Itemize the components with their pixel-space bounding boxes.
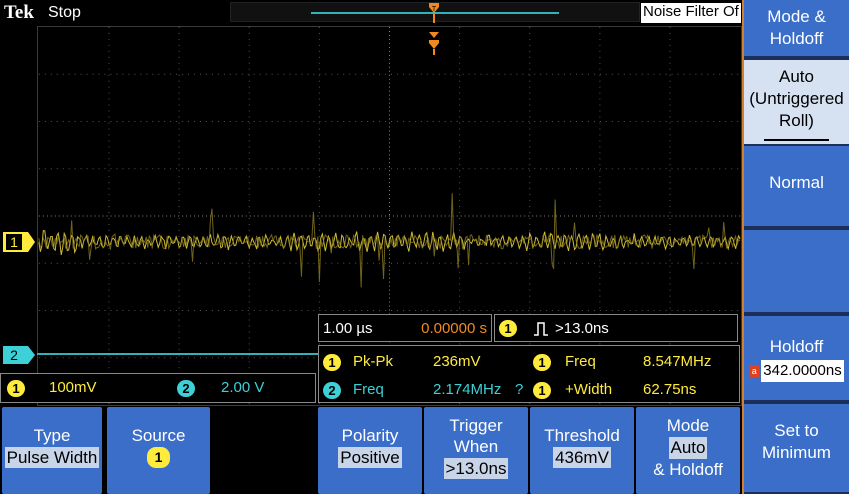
type-button[interactable]: Type Pulse Width (2, 407, 102, 494)
measurement-name: Freq (565, 353, 596, 370)
svg-text:2: 2 (10, 347, 18, 363)
channel-scale-readout[interactable]: 1 100mV 2 2.00 V (0, 373, 316, 403)
trigger-position-value: 0.00000 s (421, 320, 487, 337)
holdoff-option[interactable]: Holdoff a 342.0000ns (744, 316, 849, 400)
svg-text:1: 1 (10, 234, 18, 250)
measurement-source-badge: 2 (323, 382, 341, 399)
measurement-row: 1 Pk-Pk 236mV 1 Freq 8.547MHz (319, 351, 739, 377)
type-value: Pulse Width (4, 447, 100, 468)
ch1-scale: 100mV (49, 379, 97, 396)
set-to-minimum-label-line2: Minimum (762, 443, 831, 462)
measurement-source-badge: 1 (323, 354, 341, 371)
threshold-button[interactable]: Threshold 436mV (530, 407, 634, 494)
type-label: Type (33, 426, 71, 445)
tek-logo: Tek (4, 2, 34, 23)
trigger-source-badge: 1 (499, 320, 517, 337)
ch2-waveform (37, 353, 319, 355)
side-menu-title-line1: Mode & (767, 7, 826, 26)
mode-value-line2: & Holdoff (653, 460, 723, 479)
set-to-minimum-label: Set to (774, 421, 819, 440)
trigger-when-label: Trigger (449, 416, 503, 435)
noise-filter-status: Noise Filter Of (641, 3, 741, 23)
ch1-badge: 1 (7, 380, 25, 397)
measurement-name: Freq (353, 381, 384, 398)
selected-indicator (764, 139, 829, 141)
holdoff-value: 342.0000ns (761, 360, 844, 382)
trigger-readout[interactable]: 1 >13.0ns (494, 314, 738, 342)
measurement-panel: 1 Pk-Pk 236mV 1 Freq 8.547MHz 2 Freq 2.1… (318, 345, 740, 403)
polarity-value: Positive (338, 447, 402, 468)
auto-mode-label-line2: (Untriggered (749, 89, 844, 108)
mode-holdoff-button[interactable]: Mode Auto & Holdoff (636, 407, 740, 494)
trigger-when-value: >13.0ns (443, 458, 509, 479)
source-button[interactable]: Source 1 (107, 407, 210, 494)
threshold-value: 436mV (553, 447, 611, 468)
measurement-name: Pk-Pk (353, 353, 394, 370)
trigger-when-button[interactable]: Trigger When >13.0ns (424, 407, 528, 494)
measurement-name: +Width (565, 381, 613, 398)
auto-mode-option[interactable]: Auto (Untriggered Roll) (744, 60, 849, 144)
trigger-when-label-line2: When (453, 437, 499, 456)
auto-mode-label: Auto (779, 67, 814, 86)
timebase-readout[interactable]: 1.00 µs 0.00000 s (318, 314, 492, 342)
side-menu-title: Mode & Holdoff (744, 0, 849, 56)
normal-mode-option[interactable]: Normal (744, 146, 849, 226)
side-menu-title-line2: Holdoff (769, 29, 824, 48)
measurement-source-badge: 1 (533, 382, 551, 399)
auto-mode-label-line3: Roll) (779, 111, 814, 130)
trigger-position-icon: T (429, 3, 439, 23)
ch2-scale: 2.00 V (221, 379, 265, 396)
threshold-label: Threshold (544, 426, 620, 445)
measurement-value: 62.75ns (643, 381, 697, 398)
mode-value: Auto (668, 437, 708, 459)
polarity-label: Polarity (341, 426, 399, 445)
ch2-badge: 2 (177, 380, 195, 397)
source-value: 1 (146, 447, 171, 468)
side-menu: Mode & Holdoff Auto (Untriggered Roll) N… (742, 0, 849, 494)
pulse-width-icon (534, 322, 548, 336)
ch2-ground-marker[interactable]: 2 (2, 345, 36, 365)
source-label: Source (131, 426, 186, 445)
set-to-minimum-button[interactable]: Set to Minimum (744, 404, 849, 492)
measurement-value: 236mV (433, 353, 481, 370)
status-bar: Tek Stop Noise Filter Of (0, 0, 742, 26)
mode-label: Mode (666, 416, 710, 435)
measurement-value: 8.547MHz (643, 353, 712, 370)
polarity-button[interactable]: Polarity Positive (318, 407, 422, 494)
holdoff-label: Holdoff (769, 337, 824, 356)
side-menu-empty-slot (744, 230, 849, 312)
measurement-warning-flag: ? (515, 381, 524, 398)
trigger-condition: >13.0ns (555, 320, 609, 337)
run-state: Stop (48, 4, 81, 21)
ch1-ground-marker[interactable]: 1 (2, 231, 36, 253)
measurement-source-badge: 1 (533, 354, 551, 371)
multipurpose-knob-a-icon: a (749, 364, 760, 377)
horizontal-scale: 1.00 µs (323, 320, 373, 337)
svg-text:T: T (432, 6, 437, 13)
measurement-value: 2.174MHz (433, 381, 502, 398)
measurement-row: 2 Freq 2.174MHz ? 1 +Width 62.75ns (319, 379, 739, 405)
normal-mode-label: Normal (769, 173, 824, 192)
